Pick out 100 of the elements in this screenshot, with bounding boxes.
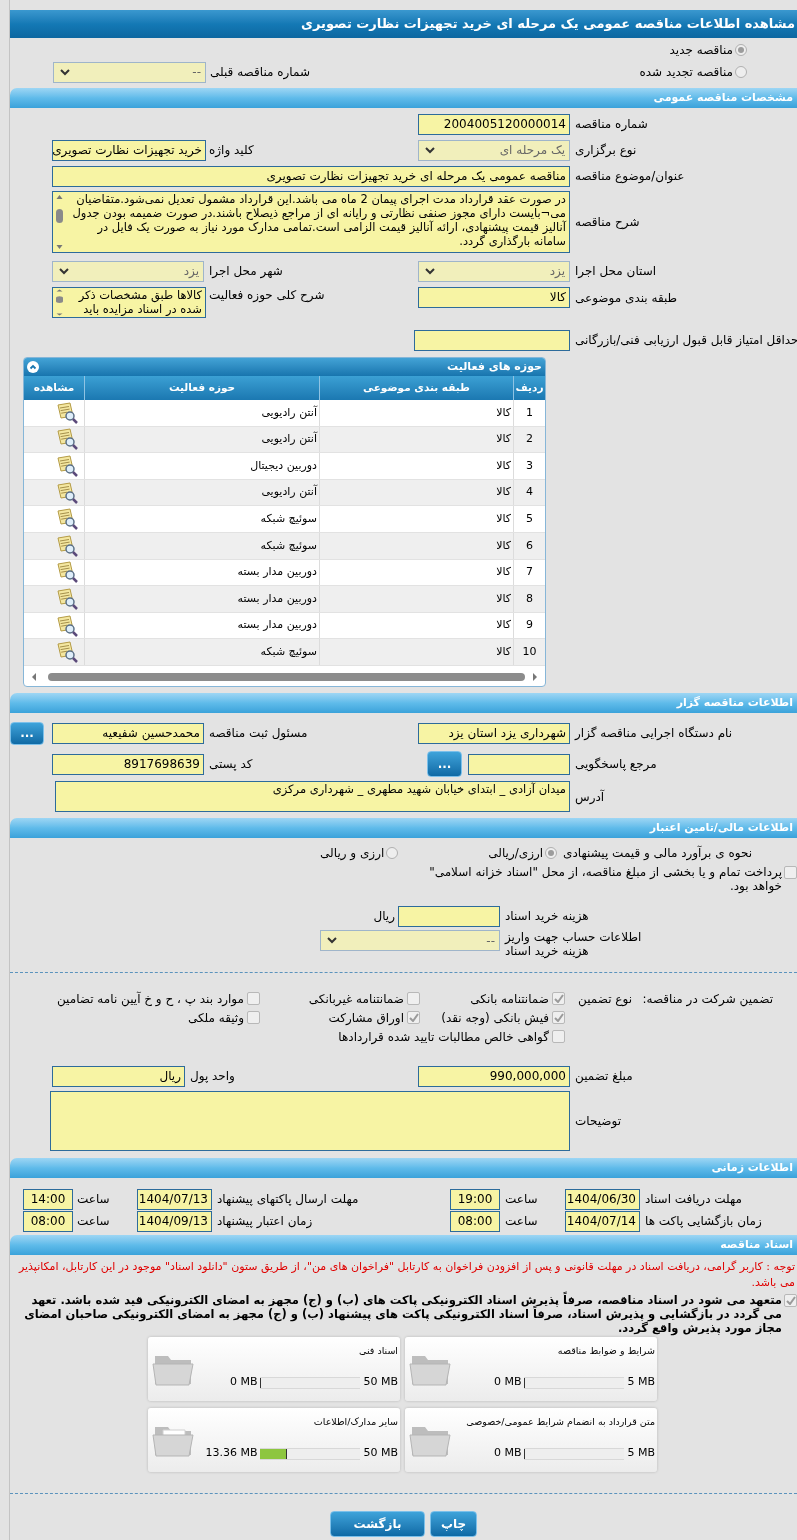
- button[interactable]: بازگشت: [330, 1511, 425, 1537]
- field-label: موارد بند پ ، ح و خ آیین نامه تضامین: [56, 990, 244, 1008]
- document-search-icon[interactable]: [55, 401, 79, 424]
- input-field[interactable]: 1404/09/13: [137, 1210, 212, 1232]
- field-label: عنوان/موضوع مناقصه: [575, 168, 685, 185]
- checkbox[interactable]: [247, 992, 260, 1005]
- vertical-scrollbar[interactable]: [53, 288, 66, 317]
- file-title: سایر مدارک/اطلاعات: [312, 1415, 398, 1429]
- input-field[interactable]: 1404/07/14: [565, 1210, 640, 1232]
- field-label: فیش بانکی (وجه نقد): [441, 1009, 549, 1027]
- size-text: 5 MB: [627, 1445, 655, 1462]
- document-search-icon[interactable]: [55, 641, 79, 664]
- checkbox[interactable]: [407, 992, 420, 1005]
- field-label: مهلت دریافت اسناد: [645, 1191, 742, 1208]
- input-field[interactable]: 1404/07/13: [137, 1188, 212, 1210]
- vertical-scrollbar[interactable]: [53, 192, 66, 252]
- radio-button[interactable]: [386, 847, 399, 859]
- table-cell: آنتن رادیویی: [84, 426, 319, 453]
- text-area[interactable]: کالاها طبق مشخصات ذکر شده در اسناد مزایده باید: [52, 287, 206, 318]
- table-cell: کالا: [319, 400, 513, 426]
- input-field[interactable]: 2004005120000014: [418, 113, 570, 135]
- field-label: گواهی خالص مطالبات تایید شده قراردادها: [338, 1028, 549, 1046]
- field-label: زمان بازگشایی پاکت ها: [645, 1213, 762, 1230]
- input-field[interactable]: 19:00: [450, 1188, 500, 1210]
- input-field[interactable]: 990,000,000: [418, 1065, 570, 1087]
- checkbox[interactable]: [552, 1030, 565, 1043]
- checkbox[interactable]: [247, 1011, 260, 1024]
- chevron-down-icon: [425, 146, 435, 154]
- field-label: زمان اعتبار پیشنهاد: [217, 1213, 313, 1230]
- checkbox[interactable]: [784, 1294, 797, 1307]
- table-title: حوزه های فعالیت: [447, 358, 542, 375]
- field-label: واحد پول: [190, 1068, 235, 1085]
- table-cell: 6: [513, 532, 545, 559]
- field-label: آدرس: [575, 788, 605, 806]
- input-field[interactable]: 14:00: [23, 1188, 73, 1210]
- document-search-icon[interactable]: [55, 614, 79, 637]
- button[interactable]: ...: [10, 721, 44, 745]
- input-field[interactable]: کالا: [418, 287, 570, 308]
- field-label: شرح کلی حوزه فعالیت: [209, 287, 325, 304]
- input-field[interactable]: [398, 905, 500, 927]
- field-label: مسئول ثبت مناقصه: [209, 725, 308, 742]
- dropdown[interactable]: --: [320, 930, 500, 951]
- checkbox[interactable]: [784, 866, 797, 879]
- document-search-icon[interactable]: [55, 508, 79, 531]
- field-label: مبلغ تضمین: [575, 1068, 633, 1085]
- checkbox[interactable]: [407, 1011, 420, 1024]
- size-text: 0 MB: [229, 1374, 258, 1391]
- field-label: ضمانتنامه غیربانکی: [308, 990, 404, 1008]
- file-title: متن قرارداد به انضمام شرایط عمومی/خصوصی: [465, 1415, 655, 1429]
- dropdown[interactable]: --: [53, 61, 206, 83]
- document-search-icon[interactable]: [55, 561, 79, 584]
- input-field[interactable]: 8917698639: [52, 753, 204, 775]
- input-field[interactable]: محمدحسین شفیعیه: [52, 722, 204, 744]
- table-cell: دوربین مدار بسته: [84, 586, 319, 612]
- radio-button[interactable]: [735, 66, 747, 78]
- table-cell: سوئیچ شبکه: [84, 506, 319, 532]
- document-search-icon[interactable]: [55, 534, 79, 557]
- input-field[interactable]: 1404/06/30: [565, 1188, 640, 1210]
- size-text: 0 MB: [493, 1374, 522, 1391]
- checkbox[interactable]: [552, 992, 565, 1005]
- input-field[interactable]: [414, 329, 570, 351]
- input-field[interactable]: خرید تجهیزات نظارت تصویری: [52, 139, 206, 161]
- checkbox-label: پرداخت تمام و یا بخشی از مبلغ مناقصه، از محل "اسناد خزانه اسلامی" خواهد بود.: [428, 865, 782, 893]
- table-cell: آنتن رادیویی: [84, 479, 319, 506]
- input-field[interactable]: شهرداری یزد استان یزد: [418, 722, 570, 744]
- table-cell: سوئیچ شبکه: [84, 532, 319, 559]
- table-cell: کالا: [319, 586, 513, 612]
- radio-button[interactable]: [735, 44, 747, 56]
- input-field[interactable]: مناقصه عمومی یک مرحله ای خرید تجهیزات نظارت تصویری: [52, 165, 570, 187]
- document-search-icon[interactable]: [55, 428, 79, 451]
- collapse-icon[interactable]: [27, 361, 39, 373]
- radio-button[interactable]: [545, 847, 558, 859]
- button[interactable]: ...: [427, 751, 462, 777]
- input-field[interactable]: 08:00: [450, 1210, 500, 1232]
- table-cell: 3: [513, 453, 545, 479]
- document-search-icon[interactable]: [55, 587, 79, 610]
- field-label: طبقه بندی موضوعی: [575, 289, 678, 307]
- document-search-icon[interactable]: [55, 481, 79, 504]
- field-label: کلید واژه: [209, 142, 254, 159]
- button[interactable]: چاپ: [430, 1511, 477, 1537]
- dropdown[interactable]: یزد: [418, 260, 570, 282]
- input-field[interactable]: [468, 753, 570, 775]
- document-search-icon[interactable]: [55, 455, 79, 477]
- size-text: 50 MB: [363, 1445, 398, 1462]
- text-area[interactable]: در صورت عقد قرارداد مدت اجرای پیمان 2 ماه می باشد.این قرارداد مشمول تعدیل نمی‌شود.متقاضیان می¬بایست دارای مجوز صنفی نظارتی و رایانه ای از مراجع ذیصلاح باشند.در صورت ضمیمه بودن جدول آنالیز قیمت پیشنهادی، ارائه آنالیز قیمت الزامی است.تمامی مدارک مورد نیاز به صورت یک فایل در سامانه بارگذاری گردد.: [52, 191, 570, 253]
- field-label: شرح مناقصه: [575, 214, 640, 231]
- text-area[interactable]: میدان آزادی _ ابتدای خیابان شهید مطهری _ شهرداری مرکزی: [55, 781, 570, 812]
- field-label: ضمانتنامه بانکی: [470, 990, 549, 1008]
- input-field[interactable]: 08:00: [23, 1210, 73, 1232]
- section-header: اطلاعات مناقصه گزار: [10, 693, 797, 713]
- field-label: شماره مناقصه قبلی: [210, 64, 310, 81]
- size-text: 13.36 MB: [205, 1445, 258, 1462]
- file-title: اسناد فنی: [358, 1344, 398, 1358]
- table-cell: دوربین دیجیتال: [84, 453, 319, 479]
- text-area[interactable]: [50, 1091, 570, 1151]
- dropdown[interactable]: یک مرحله ای: [418, 139, 570, 161]
- input-field[interactable]: ریال: [52, 1065, 185, 1087]
- dropdown[interactable]: یزد: [52, 260, 204, 282]
- field-label: مناقصه تجدید شده: [639, 64, 733, 81]
- checkbox[interactable]: [552, 1011, 565, 1024]
